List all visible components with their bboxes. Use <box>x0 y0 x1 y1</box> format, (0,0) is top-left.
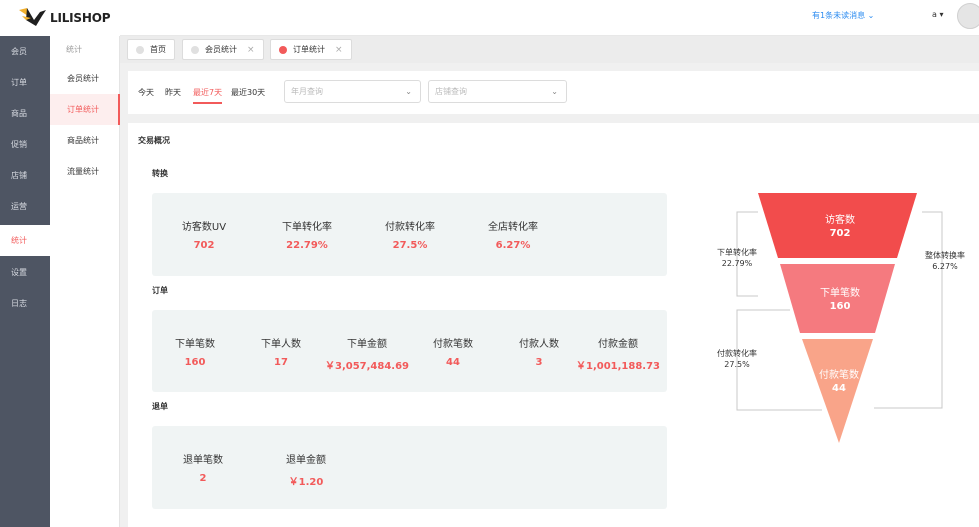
refunds-title: 退单 <box>152 402 168 411</box>
funnel-stage-label: 付款笔数 <box>819 370 859 381</box>
user-menu[interactable]: a ▾ <box>932 10 943 19</box>
metric-value: ￥1.20 <box>288 477 324 488</box>
pay-rate-value: 27.5% <box>724 360 750 369</box>
conversion-card: 访客数UV 702 下单转化率 22.79% 付款转化率 27.5% 全店转化率… <box>152 193 667 276</box>
order-rate-label: 下单转化率 <box>717 248 757 257</box>
metric-label: 付款金额 <box>598 339 638 350</box>
subnav-item-member-stats[interactable]: 会员统计 <box>50 63 120 94</box>
nav-order[interactable]: 订单 <box>0 67 50 98</box>
metric-value: 2 <box>199 473 207 484</box>
metric-value: 160 <box>184 357 206 368</box>
tab-bar: 首页 会员统计 × 订单统计 × <box>120 36 979 63</box>
tab-label: 会员统计 <box>205 45 237 54</box>
metric-value: 22.79% <box>286 240 328 251</box>
select-placeholder: 年月查询 <box>291 87 323 96</box>
tab-dot-icon <box>191 45 199 54</box>
metric-label: 退单金额 <box>286 455 326 466</box>
filter-bar: 今天 昨天 最近7天 最近30天 年月查询 ⌄ 店铺查询 ⌄ <box>128 71 979 114</box>
metric-label: 下单笔数 <box>175 339 215 350</box>
orders-card: 下单笔数 160 下单人数 17 下单金额 ￥3,057,484.69 付款笔数… <box>152 310 667 392</box>
order-rate-value: 22.79% <box>721 259 753 268</box>
period-yesterday[interactable]: 昨天 <box>165 87 181 98</box>
pay-rate-label: 付款转化率 <box>717 349 757 358</box>
logo-text: LILISHOP <box>50 11 111 25</box>
nav-statistics[interactable]: 统计 <box>0 225 50 256</box>
subnav-item-goods-stats[interactable]: 商品统计 <box>50 125 120 156</box>
metric-label: 下单金额 <box>347 339 387 350</box>
period-today[interactable]: 今天 <box>138 87 154 98</box>
nav-operation[interactable]: 运营 <box>0 191 50 222</box>
orders-title: 订单 <box>152 286 168 295</box>
refunds-card: 退单笔数 2 退单金额 ￥1.20 <box>152 426 667 509</box>
funnel-stage-value: 44 <box>832 383 846 394</box>
funnel-stage-label: 访客数 <box>825 215 855 226</box>
metric-label: 付款转化率 <box>385 222 435 233</box>
period-last-7-days[interactable]: 最近7天 <box>193 87 223 104</box>
top-header: 有1条未读消息 ⌄ a ▾ <box>120 0 979 36</box>
overall-rate-label: 整体转换率 <box>925 251 965 260</box>
tab-member-stats[interactable]: 会员统计 × <box>182 39 264 60</box>
close-icon[interactable]: × <box>247 45 255 55</box>
tab-dot-icon <box>136 45 144 54</box>
nav-promotion[interactable]: 促销 <box>0 129 50 160</box>
left-nav: 会员 订单 商品 促销 店铺 运营 统计 设置 日志 <box>0 0 50 527</box>
logo[interactable]: LILISHOP <box>0 0 120 36</box>
metric-label: 下单转化率 <box>282 222 332 233</box>
subnav-item-order-stats[interactable]: 订单统计 <box>50 94 120 125</box>
nav-settings[interactable]: 设置 <box>0 257 50 288</box>
conversion-title: 转换 <box>152 169 168 178</box>
tab-order-stats[interactable]: 订单统计 × <box>270 39 352 60</box>
overall-rate-value: 6.27% <box>932 262 958 271</box>
chevron-down-icon: ⌄ <box>867 11 875 20</box>
metric-label: 下单人数 <box>261 339 301 350</box>
metric-label: 退单笔数 <box>183 455 223 466</box>
nav-shop[interactable]: 店铺 <box>0 160 50 191</box>
sub-nav: 统计 会员统计 订单统计 商品统计 流量统计 <box>50 36 120 527</box>
select-placeholder: 店铺查询 <box>435 87 467 96</box>
subnav-title: 统计 <box>66 45 82 54</box>
year-month-select[interactable]: 年月查询 ⌄ <box>284 80 421 103</box>
nav-member[interactable]: 会员 <box>0 36 50 67</box>
funnel-stage-label: 下单笔数 <box>820 288 860 299</box>
caret-down-icon: ▾ <box>939 10 944 19</box>
unread-messages-link[interactable]: 有1条未读消息 ⌄ <box>812 10 874 21</box>
metric-value: 6.27% <box>495 240 531 251</box>
tab-home[interactable]: 首页 <box>127 39 175 60</box>
tab-label: 订单统计 <box>293 45 325 54</box>
funnel-stage-value: 160 <box>829 301 851 312</box>
overview-panel: 交易概况 转换 访客数UV 702 下单转化率 22.79% 付款转化率 27.… <box>128 123 979 527</box>
period-last-30-days[interactable]: 最近30天 <box>231 87 265 98</box>
metric-value: 702 <box>193 240 215 251</box>
subnav-item-traffic-stats[interactable]: 流量统计 <box>50 156 120 187</box>
avatar[interactable] <box>957 3 979 29</box>
funnel-stage-value: 702 <box>829 228 851 239</box>
overview-title: 交易概况 <box>138 136 170 145</box>
bird-logo-icon <box>19 8 46 26</box>
nav-goods[interactable]: 商品 <box>0 98 50 129</box>
metric-label: 全店转化率 <box>488 222 538 233</box>
nav-log[interactable]: 日志 <box>0 288 50 319</box>
metric-label: 付款笔数 <box>433 339 473 350</box>
tab-dot-icon <box>279 45 287 54</box>
metric-value: 44 <box>446 357 460 368</box>
tab-label: 首页 <box>150 45 166 54</box>
metric-value: 27.5% <box>392 240 428 251</box>
metric-value: ￥1,001,188.73 <box>575 361 661 372</box>
metric-label: 访客数UV <box>181 222 227 233</box>
shop-select[interactable]: 店铺查询 ⌄ <box>428 80 567 103</box>
chevron-down-icon: ⌄ <box>551 87 558 96</box>
chevron-down-icon: ⌄ <box>405 87 412 96</box>
close-icon[interactable]: × <box>335 45 343 55</box>
